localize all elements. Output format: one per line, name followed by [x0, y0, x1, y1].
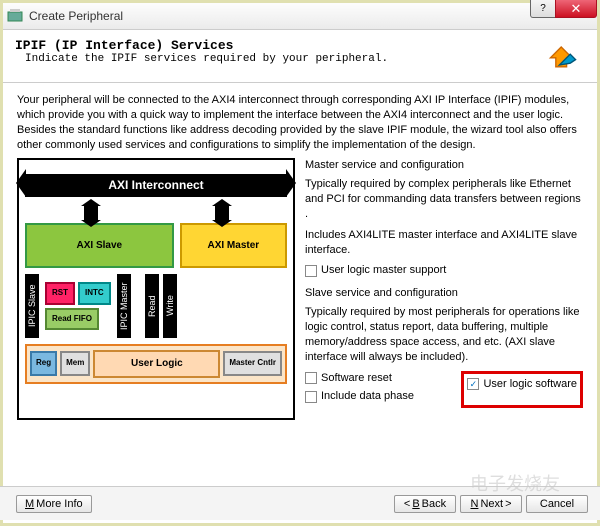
master-support-checkbox[interactable] — [305, 265, 317, 277]
window-title: Create Peripheral — [29, 9, 123, 23]
mem-box: Mem — [60, 351, 90, 376]
axi-slave-box: AXI Slave — [25, 223, 174, 269]
highlight-red-box: ✓ User logic software — [461, 371, 583, 409]
page-title: IPIF (IP Interface) Services — [15, 38, 545, 53]
slave-heading: Slave service and configuration — [305, 286, 583, 301]
header-section: IPIF (IP Interface) Services Indicate th… — [3, 30, 597, 83]
axi-master-box: AXI Master — [180, 223, 287, 269]
slave-p1: Typically required by most peripherals f… — [305, 305, 583, 364]
include-data-phase-checkbox[interactable] — [305, 391, 317, 403]
user-logic-strip: Reg Mem User Logic Master Cntlr — [25, 344, 287, 384]
rst-box: RST — [45, 282, 75, 305]
read-locallink-label: Read LocalLink — [145, 274, 159, 338]
app-icon — [7, 8, 23, 24]
reg-box: Reg — [30, 351, 57, 376]
title-bar: Create Peripheral ? ✕ — [3, 3, 597, 30]
close-button[interactable]: ✕ — [555, 0, 597, 18]
next-button[interactable]: NNext > — [460, 495, 522, 513]
user-logic-box: User Logic — [93, 350, 220, 378]
footer-bar: MMore Info < BBack NNext > Cancel — [0, 486, 600, 520]
wizard-icon — [545, 38, 581, 74]
master-p1: Typically required by complex peripheral… — [305, 177, 583, 222]
software-reset-label: Software reset — [321, 371, 392, 386]
master-heading: Master service and configuration — [305, 158, 583, 173]
architecture-diagram: AXI Interconnect AXI Slave AXI Master IP… — [17, 158, 295, 420]
read-fifo-box: Read FIFO — [45, 308, 99, 331]
include-data-phase-label: Include data phase — [321, 389, 414, 404]
intro-text: Your peripheral will be connected to the… — [17, 93, 583, 152]
cancel-button[interactable]: Cancel — [526, 495, 588, 513]
user-logic-software-checkbox[interactable]: ✓ — [467, 378, 479, 390]
ipic-master-label: IPIC Master — [117, 274, 131, 338]
master-cntlr-box: Master Cntlr — [223, 351, 282, 376]
write-locallink-label: Write LocalLink — [163, 274, 177, 338]
user-logic-software-label: User logic software — [483, 377, 577, 392]
axi-interconnect-bar: AXI Interconnect — [25, 174, 287, 196]
software-reset-checkbox[interactable] — [305, 372, 317, 384]
master-support-label: User logic master support — [321, 263, 446, 278]
ipic-slave-label: IPIC Slave — [25, 274, 39, 338]
back-button[interactable]: < BBack — [394, 495, 456, 513]
page-subtitle: Indicate the IPIF services required by y… — [25, 53, 545, 65]
master-p2: Includes AXI4LITE master interface and A… — [305, 228, 583, 258]
more-info-button[interactable]: MMore Info — [16, 495, 92, 513]
intc-box: INTC — [78, 282, 111, 305]
help-button[interactable]: ? — [530, 0, 556, 18]
